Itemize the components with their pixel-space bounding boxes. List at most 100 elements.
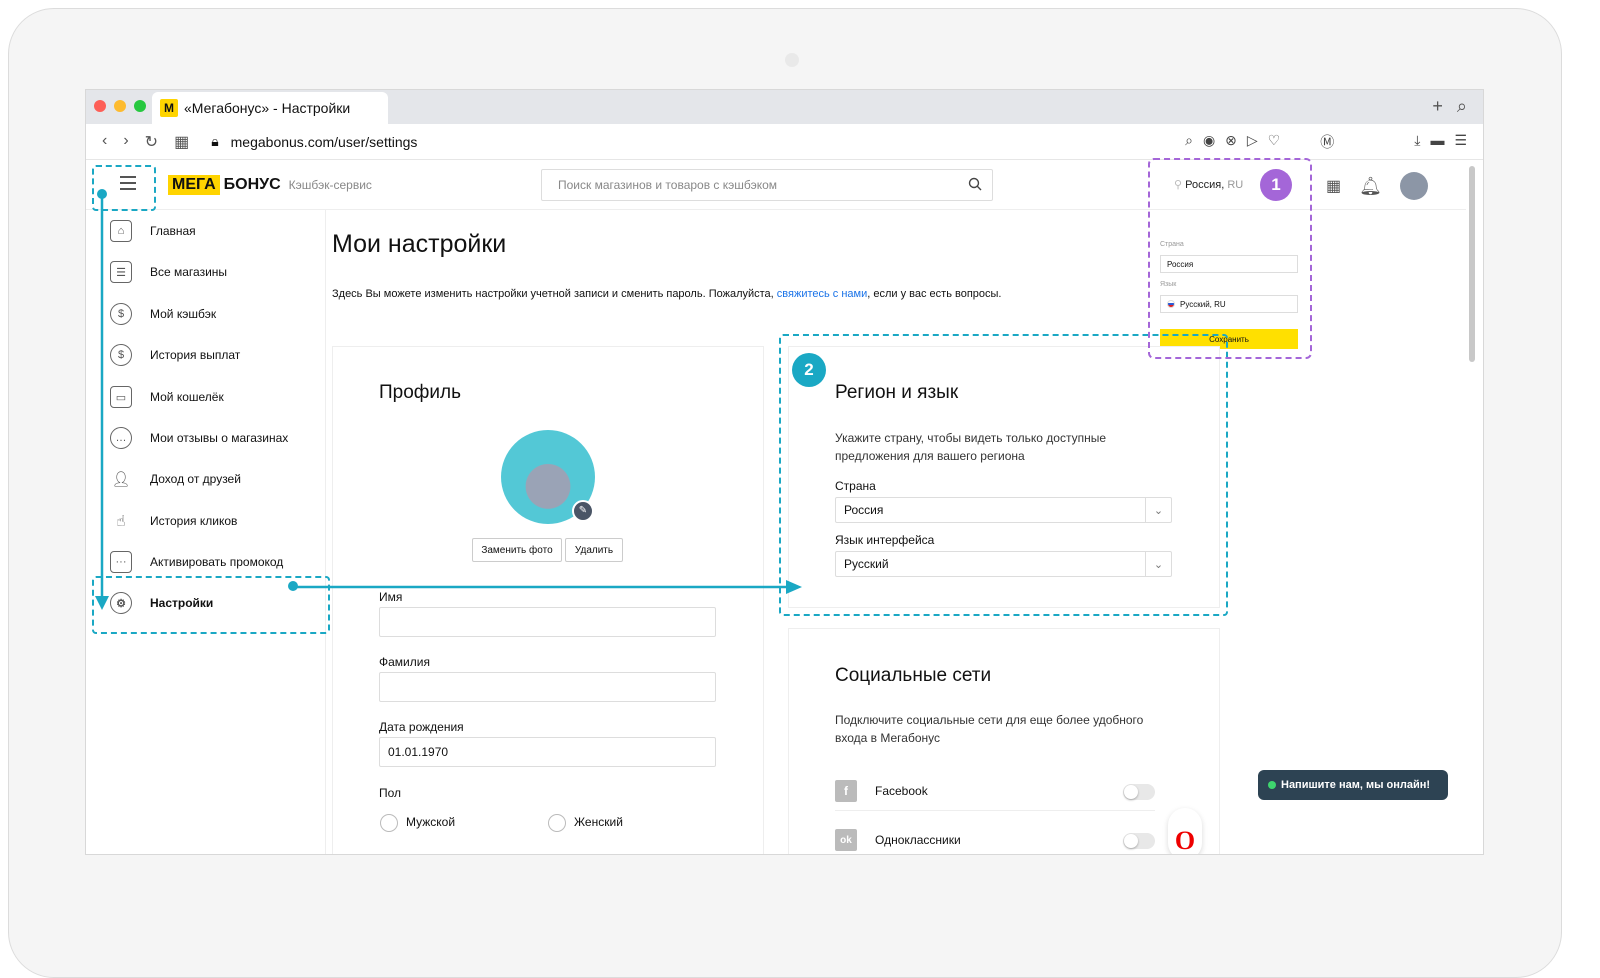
zoom-icon[interactable]: ⌕ (1185, 132, 1193, 152)
send-icon[interactable]: ▷ (1247, 132, 1258, 152)
camera (785, 53, 799, 67)
heart-icon[interactable]: ♡ (1268, 132, 1281, 152)
profile-title: Профиль (379, 382, 462, 403)
sidebar-item-click-history[interactable]: ☝︎ История кликов (110, 509, 237, 533)
maximize-window-button[interactable] (134, 100, 146, 112)
delete-photo-button[interactable]: Удалить (565, 538, 623, 562)
change-photo-button[interactable]: Заменить фото (472, 538, 562, 562)
delete-photo-label: Удалить (574, 544, 614, 556)
annotation-settings-box (92, 576, 330, 634)
search-tabs-icon[interactable]: ⌕ (1457, 96, 1467, 117)
back-icon[interactable]: ‹ (102, 132, 107, 152)
sidebar-item-label: Доход от друзей (150, 472, 241, 486)
odnoklassniki-toggle[interactable] (1123, 833, 1155, 849)
odnoklassniki-icon: ok (835, 829, 857, 851)
birthdate-field[interactable]: 01.01.1970 (379, 737, 716, 767)
dollar-history-icon: $ (110, 344, 132, 366)
forward-icon[interactable]: › (123, 132, 128, 152)
sidebar-item-promo[interactable]: ··· Активировать промокод (110, 550, 283, 574)
home-icon: ⌂ (110, 220, 132, 242)
sidebar-item-reviews[interactable]: … Мои отзывы о магазинах (110, 426, 288, 450)
url-field[interactable]: megabonus.com/user/settings (231, 134, 418, 150)
sidebar-item-friends-income[interactable]: 👤︎ Доход от друзей (110, 467, 241, 491)
annotation-badge-two: 2 (792, 353, 826, 387)
name-label: Имя (379, 590, 403, 604)
sidebar-item-label: Мой кэшбэк (150, 307, 217, 321)
annotation-badge-one: 1 (1260, 169, 1292, 201)
browser-window: М «Мегабонус» - Настройки + ⌕ ‹ › ↻ ▦ 🔒︎… (86, 90, 1483, 854)
sidebar-item-label: Мои отзывы о магазинах (150, 431, 289, 445)
page-description: Здесь Вы можете изменить настройки учетн… (332, 288, 1001, 300)
grid-icon[interactable]: ▦ (174, 132, 189, 152)
chat-widget[interactable]: Напишите нам, мы онлайн! (1258, 770, 1448, 800)
sidebar-item-label: Активировать промокод (150, 555, 284, 569)
facebook-toggle[interactable] (1123, 784, 1155, 800)
pencil-icon[interactable]: ✎ (572, 500, 594, 522)
promo-icon: ··· (110, 551, 132, 573)
search-input[interactable]: Поиск магазинов и товаров с кэшбэком (541, 169, 993, 201)
reload-icon[interactable]: ↻ (145, 132, 158, 152)
browser-tab[interactable]: М «Мегабонус» - Настройки (152, 92, 388, 124)
opera-icon[interactable]: O (1168, 808, 1202, 854)
list-icon: ☰ (110, 261, 132, 283)
logo-bonus: БОНУС (223, 176, 281, 193)
sidebar-item-all-shops[interactable]: ☰ Все магазины (110, 260, 227, 284)
logo-mega: МЕГА (168, 175, 220, 195)
social-subtitle: Подключите социальные сети для еще более… (835, 713, 1144, 745)
online-dot (1268, 781, 1276, 789)
sidebar-item-my-cashback[interactable]: $ Мой кэшбэк (110, 302, 216, 326)
social-item-facebook: f Facebook (835, 780, 928, 802)
lock-icon: 🔒︎ (211, 133, 219, 149)
shield-icon[interactable]: ⊗ (1225, 132, 1237, 152)
annotation-region-box (779, 334, 1228, 616)
logo[interactable]: МЕГА БОНУС Кэшбэк-сервис (168, 175, 372, 195)
minimize-window-button[interactable] (114, 100, 126, 112)
close-window-button[interactable] (94, 100, 106, 112)
comment-icon: … (110, 427, 132, 449)
new-tab-button[interactable]: + (1432, 96, 1443, 117)
camera-icon[interactable]: ◉ (1203, 132, 1215, 152)
sidebar-item-label: История кликов (150, 514, 238, 528)
avatar[interactable] (1399, 172, 1428, 200)
gender-label: Пол (379, 786, 402, 800)
sidebar: ⌂ Главная ☰ Все магазины $ Мой кэшбэк $ Исто… (86, 210, 326, 854)
desc-text: Здесь Вы можете изменить настройки учетн… (332, 288, 777, 300)
friends-income-icon: 👤︎ (111, 471, 131, 488)
desc-text-end: , если у вас есть вопросы. (867, 288, 1002, 300)
gender-male-label: Мужской (406, 815, 456, 829)
search-icon[interactable] (968, 177, 982, 191)
social-item-odnoklassniki: ok Одноклассники (835, 829, 961, 851)
gender-female-radio[interactable] (548, 814, 566, 832)
sidebar-item-home[interactable]: ⌂ Главная (110, 219, 196, 243)
extension-icon[interactable]: Ⓜ (1320, 132, 1334, 152)
battery-icon[interactable]: ▬ (1430, 132, 1444, 152)
sidebar-item-label: Все магазины (150, 265, 228, 279)
surname-field[interactable] (379, 672, 716, 702)
chat-label: Напишите нам, мы онлайн! (1281, 779, 1431, 791)
download-icon[interactable]: ⤓ (1414, 132, 1420, 152)
sidebar-item-label: Главная (150, 224, 196, 238)
name-field[interactable] (379, 607, 716, 637)
wallet-icon: ▭ (110, 386, 132, 408)
sidebar-item-wallet[interactable]: ▭ Мой кошелёк (110, 385, 224, 409)
sidebar-item-payout-history[interactable]: $ История выплат (110, 343, 240, 367)
social-item-label: Одноклассники (875, 833, 961, 847)
click-icon: ☝︎ (116, 513, 126, 530)
annotation-burger-box (92, 165, 156, 211)
facebook-icon: f (835, 780, 857, 802)
sidebar-item-label: История выплат (150, 348, 241, 362)
change-photo-label: Заменить фото (481, 544, 553, 556)
contact-link[interactable]: свяжитесь с нами (777, 288, 867, 300)
page-title: Мои настройки (332, 230, 507, 258)
gender-male-radio[interactable] (380, 814, 398, 832)
scrollbar[interactable] (1469, 166, 1475, 362)
divider (835, 810, 1155, 811)
birthdate-label: Дата рождения (379, 720, 464, 734)
menu-icon[interactable]: ☰ (1454, 132, 1467, 152)
bell-icon[interactable]: 🔔︎ (1359, 176, 1382, 197)
tab-title: «Мегабонус» - Настройки (184, 100, 351, 116)
tab-bar: М «Мегабонус» - Настройки + ⌕ (86, 90, 1483, 124)
apps-grid-icon[interactable]: ▦ (1326, 176, 1341, 196)
birthdate-value: 01.01.1970 (388, 745, 449, 759)
search-placeholder: Поиск магазинов и товаров с кэшбэком (558, 178, 778, 192)
